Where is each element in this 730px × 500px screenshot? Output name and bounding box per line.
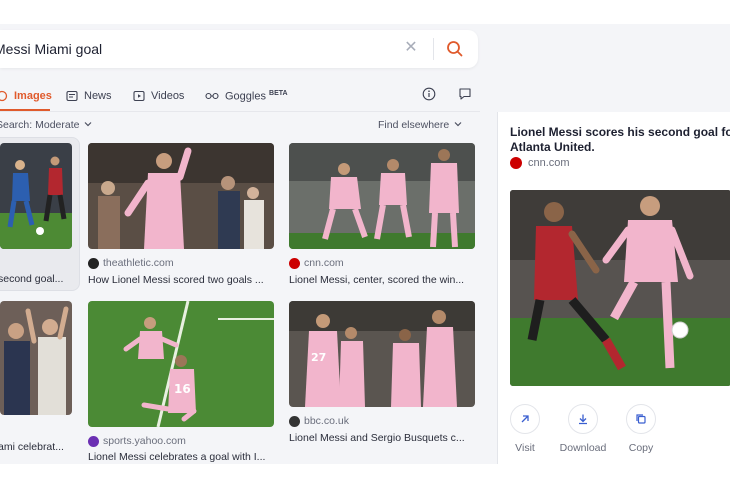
result-source: cnn.com [289,257,344,269]
arrow-up-right-icon [521,415,529,423]
image-detail-panel: Lionel Messi scores his second goal for … [497,112,730,464]
result-caption: Lionel Messi and Sergio Busquets c... [289,432,465,444]
result-caption: second goal... [0,273,64,285]
result-thumbnail[interactable] [289,143,475,249]
result-thumbnail[interactable] [0,301,72,415]
result-source: bbc.co.uk [289,415,349,427]
visit-label: Visit [515,442,535,454]
cnn-icon [510,157,522,169]
copy-icon [636,414,646,424]
download-button[interactable] [568,404,598,434]
copy-label: Copy [628,442,654,454]
result-thumbnail[interactable]: 16 [88,301,274,427]
svg-text:27: 27 [311,351,326,364]
result-caption: ami celebrat... [0,441,64,453]
detail-source[interactable]: cnn.com [510,157,570,169]
result-source-label: sports.yahoo.com [103,435,186,447]
detail-image[interactable] [510,190,730,386]
result-source-label: bbc.co.uk [304,415,349,427]
result-source: sports.yahoo.com [88,435,186,447]
detail-title[interactable]: Lionel Messi scores his second goal for … [510,125,730,155]
cnn-icon [289,257,300,269]
yahoo-icon [88,435,99,447]
visit-button[interactable] [510,404,540,434]
copy-button[interactable] [626,404,656,434]
visit-action[interactable]: Visit [510,404,540,454]
download-icon [579,414,587,425]
detail-source-label: cnn.com [528,157,570,169]
result-caption: Lionel Messi, center, scored the win... [289,274,465,286]
image-results-grid: second goal... theathletic.com How Lione… [0,0,490,470]
download-label: Download [559,442,607,454]
result-source-label: cnn.com [304,257,344,269]
theathletic-icon [88,257,99,269]
result-thumbnail[interactable] [0,143,72,249]
download-action[interactable]: Download [556,404,610,454]
bbc-icon [289,415,300,427]
copy-action[interactable]: Copy [626,404,656,454]
svg-text:16: 16 [174,382,191,396]
result-thumbnail[interactable]: 27 [289,301,475,407]
result-caption: Lionel Messi celebrates a goal with I... [88,451,266,463]
result-thumbnail[interactable] [88,143,274,249]
result-source-label: theathletic.com [103,257,174,269]
result-source: theathletic.com [88,257,174,269]
result-caption: How Lionel Messi scored two goals ... [88,274,264,286]
